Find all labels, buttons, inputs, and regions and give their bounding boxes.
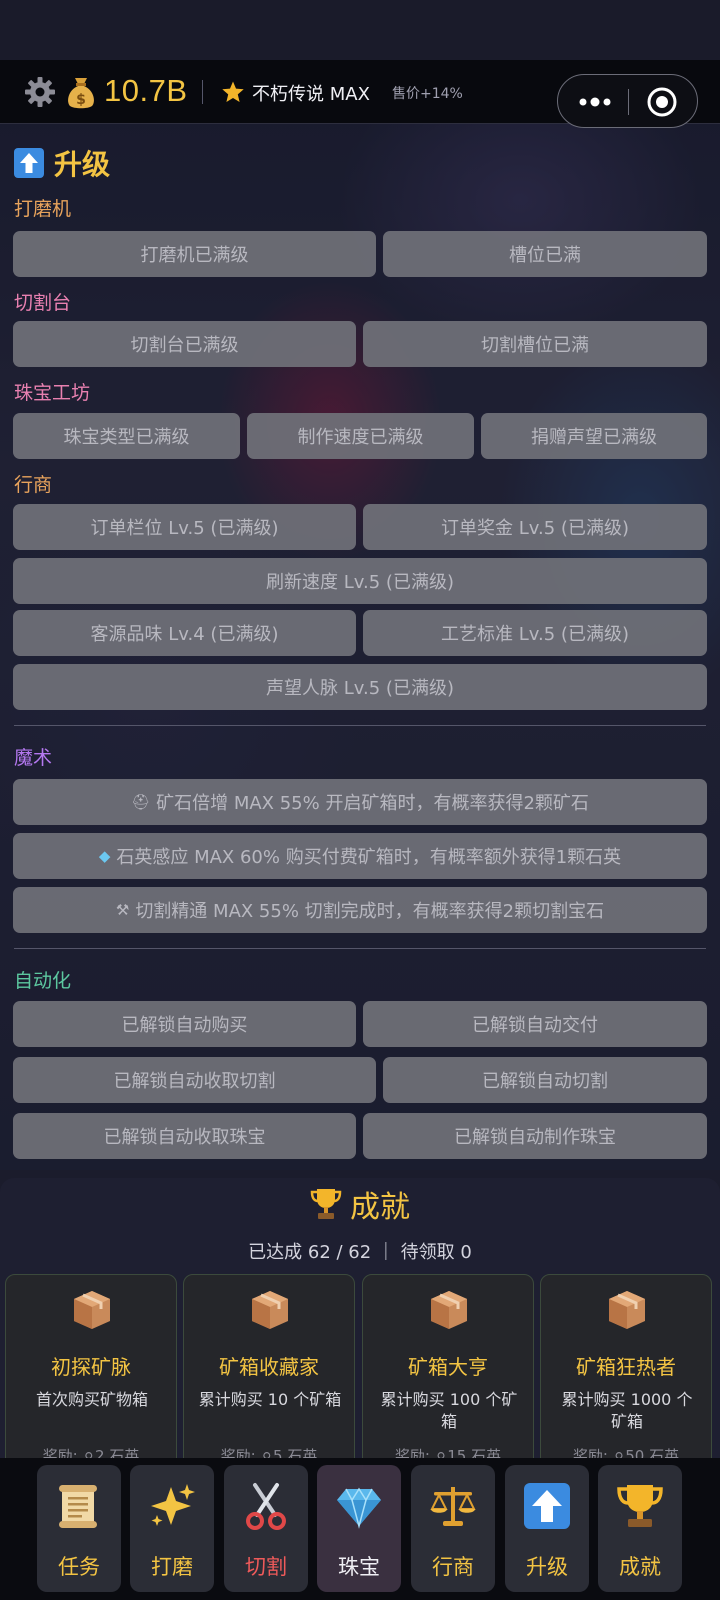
nav-label: 成就: [619, 1555, 661, 1579]
reputation-network-button[interactable]: 声望人脉 Lv.5 (已满级): [13, 664, 707, 710]
workshop-label: 珠宝工坊: [14, 382, 91, 404]
achievement-name: 矿箱收藏家: [219, 1355, 319, 1379]
more-icon[interactable]: [578, 93, 612, 111]
craft-standard-button[interactable]: 工艺标准 Lv.5 (已满级): [363, 610, 707, 656]
refresh-speed-button[interactable]: 刷新速度 Lv.5 (已满级): [13, 558, 707, 604]
achievements-header: 成就: [0, 1182, 720, 1226]
scissors-icon: [246, 1483, 286, 1530]
cutter-label: 切割台: [14, 292, 72, 314]
pickaxe-icon: ⚒: [115, 901, 130, 919]
quartz-sense-button[interactable]: ◆ 石英感应 MAX 60% 购买付费矿箱时，有概率额外获得1颗石英: [13, 833, 707, 879]
achievement-desc: 累计购买 10 个矿箱: [198, 1390, 342, 1409]
merchant-label: 行商: [14, 474, 53, 496]
achievement-desc: 累计购买 100 个矿箱: [380, 1390, 518, 1431]
rank-label: 不朽传说 MAX: [252, 84, 370, 105]
miniprogram-capsule: [557, 74, 698, 128]
auto-craft-jewel-button[interactable]: 已解锁自动制作珠宝: [363, 1113, 707, 1159]
nav-label: 任务: [58, 1555, 100, 1579]
cutter-slot-full-button[interactable]: 切割槽位已满: [363, 321, 707, 367]
upgrade-header: 升级: [14, 143, 110, 183]
diamond-icon: ◆: [98, 847, 111, 865]
achievement-card[interactable]: 初探矿脉 首次购买矿物箱 奖励: ⚪2 石英: [5, 1274, 177, 1474]
grinder-maxed-button[interactable]: 打磨机已满级: [13, 231, 376, 277]
nav-jewelry[interactable]: 珠宝: [317, 1465, 401, 1592]
order-bonus-button[interactable]: 订单奖金 Lv.5 (已满级): [363, 504, 707, 550]
nav-label: 切割: [245, 1555, 287, 1579]
nav-merchant[interactable]: 行商: [411, 1465, 495, 1592]
ore-multiply-button[interactable]: ⛑ 矿石倍增 MAX 55% 开启矿箱时，有概率获得2颗矿石: [13, 779, 707, 825]
jewel-type-maxed-button[interactable]: 珠宝类型已满级: [13, 413, 240, 459]
achievement-name: 矿箱大亨: [408, 1355, 488, 1379]
balance-scale-icon: [430, 1487, 476, 1526]
sparkles-icon: [151, 1484, 195, 1526]
svg-text:$: $: [76, 92, 86, 108]
crate-icon: [431, 1291, 467, 1329]
auto-collect-jewel-button[interactable]: 已解锁自动收取珠宝: [13, 1113, 356, 1159]
nav-grind[interactable]: 打磨: [130, 1465, 214, 1592]
up-arrow-icon: [524, 1483, 570, 1529]
achievement-desc: 首次购买矿物箱: [35, 1390, 148, 1409]
status-bar: [0, 0, 720, 60]
order-slots-button[interactable]: 订单栏位 Lv.5 (已满级): [13, 504, 356, 550]
nav-label: 珠宝: [338, 1555, 380, 1579]
cutter-maxed-button[interactable]: 切割台已满级: [13, 321, 356, 367]
nav-upgrade[interactable]: 升级: [505, 1465, 589, 1592]
slot-full-button[interactable]: 槽位已满: [383, 231, 707, 277]
achievement-card[interactable]: 矿箱大亨 累计购买 100 个矿箱 奖励: ⚪15 石英: [362, 1274, 534, 1474]
nav-label: 升级: [526, 1555, 568, 1579]
nav-achievements[interactable]: 成就: [598, 1465, 682, 1592]
achievement-desc: 累计购买 1000 个矿箱: [561, 1390, 693, 1431]
auto-cut-button[interactable]: 已解锁自动切割: [383, 1057, 707, 1103]
ore-multiply-label: 矿石倍增 MAX 55% 开启矿箱时，有概率获得2颗矿石: [156, 793, 589, 814]
gear-icon[interactable]: [24, 76, 56, 108]
auto-collect-cut-button[interactable]: 已解锁自动收取切割: [13, 1057, 376, 1103]
quartz-sense-label: 石英感应 MAX 60% 购买付费矿箱时，有概率额外获得1颗石英: [116, 847, 622, 868]
achievements-title: 成就: [350, 1190, 410, 1225]
money-bag-icon: $: [68, 78, 94, 109]
trophy-icon: [617, 1485, 663, 1527]
divider: [14, 948, 706, 949]
close-target-icon[interactable]: [646, 86, 678, 118]
trophy-icon: [310, 1189, 342, 1219]
magic-label: 魔术: [14, 747, 53, 769]
nav-cut[interactable]: 切割: [224, 1465, 308, 1592]
divider: [14, 725, 706, 726]
helmet-icon: ⛑: [131, 793, 151, 811]
up-arrow-icon: [14, 148, 44, 178]
crate-icon: [609, 1291, 645, 1329]
donation-maxed-button[interactable]: 捐赠声望已满级: [481, 413, 707, 459]
auto-buy-button[interactable]: 已解锁自动购买: [13, 1001, 356, 1047]
cut-mastery-label: 切割精通 MAX 55% 切割完成时，有概率获得2颗切割宝石: [135, 901, 605, 922]
achievement-card[interactable]: 矿箱收藏家 累计购买 10 个矿箱 奖励: ⚪5 石英: [183, 1274, 355, 1474]
achievement-name: 矿箱狂热者: [576, 1355, 676, 1379]
crate-icon: [252, 1291, 288, 1329]
achievements-summary: 已达成 62 / 62 ｜ 待领取 0: [248, 1242, 472, 1263]
automation-label: 自动化: [14, 970, 72, 992]
crate-icon: [74, 1291, 110, 1329]
auto-deliver-button[interactable]: 已解锁自动交付: [363, 1001, 707, 1047]
craft-speed-maxed-button[interactable]: 制作速度已满级: [247, 413, 474, 459]
nav-label: 打磨: [151, 1555, 193, 1579]
achievement-card[interactable]: 矿箱狂热者 累计购买 1000 个矿箱 奖励: ⚪50 石英: [540, 1274, 712, 1474]
sell-bonus: 售价+14%: [392, 86, 463, 102]
divider: [202, 80, 203, 104]
customer-taste-button[interactable]: 客源品味 Lv.4 (已满级): [13, 610, 356, 656]
nav-tasks[interactable]: 任务: [37, 1465, 121, 1592]
upgrade-title: 升级: [54, 148, 111, 181]
coin-balance: 10.7B: [104, 73, 188, 108]
diamond-icon: [337, 1487, 381, 1529]
cut-mastery-button[interactable]: ⚒ 切割精通 MAX 55% 切割完成时，有概率获得2颗切割宝石: [13, 887, 707, 933]
grinder-label: 打磨机: [14, 198, 72, 220]
capsule-divider: [628, 89, 629, 115]
achievement-name: 初探矿脉: [51, 1355, 131, 1379]
nav-label: 行商: [432, 1555, 474, 1579]
star-icon: [222, 81, 244, 102]
scroll-icon: [59, 1485, 97, 1528]
